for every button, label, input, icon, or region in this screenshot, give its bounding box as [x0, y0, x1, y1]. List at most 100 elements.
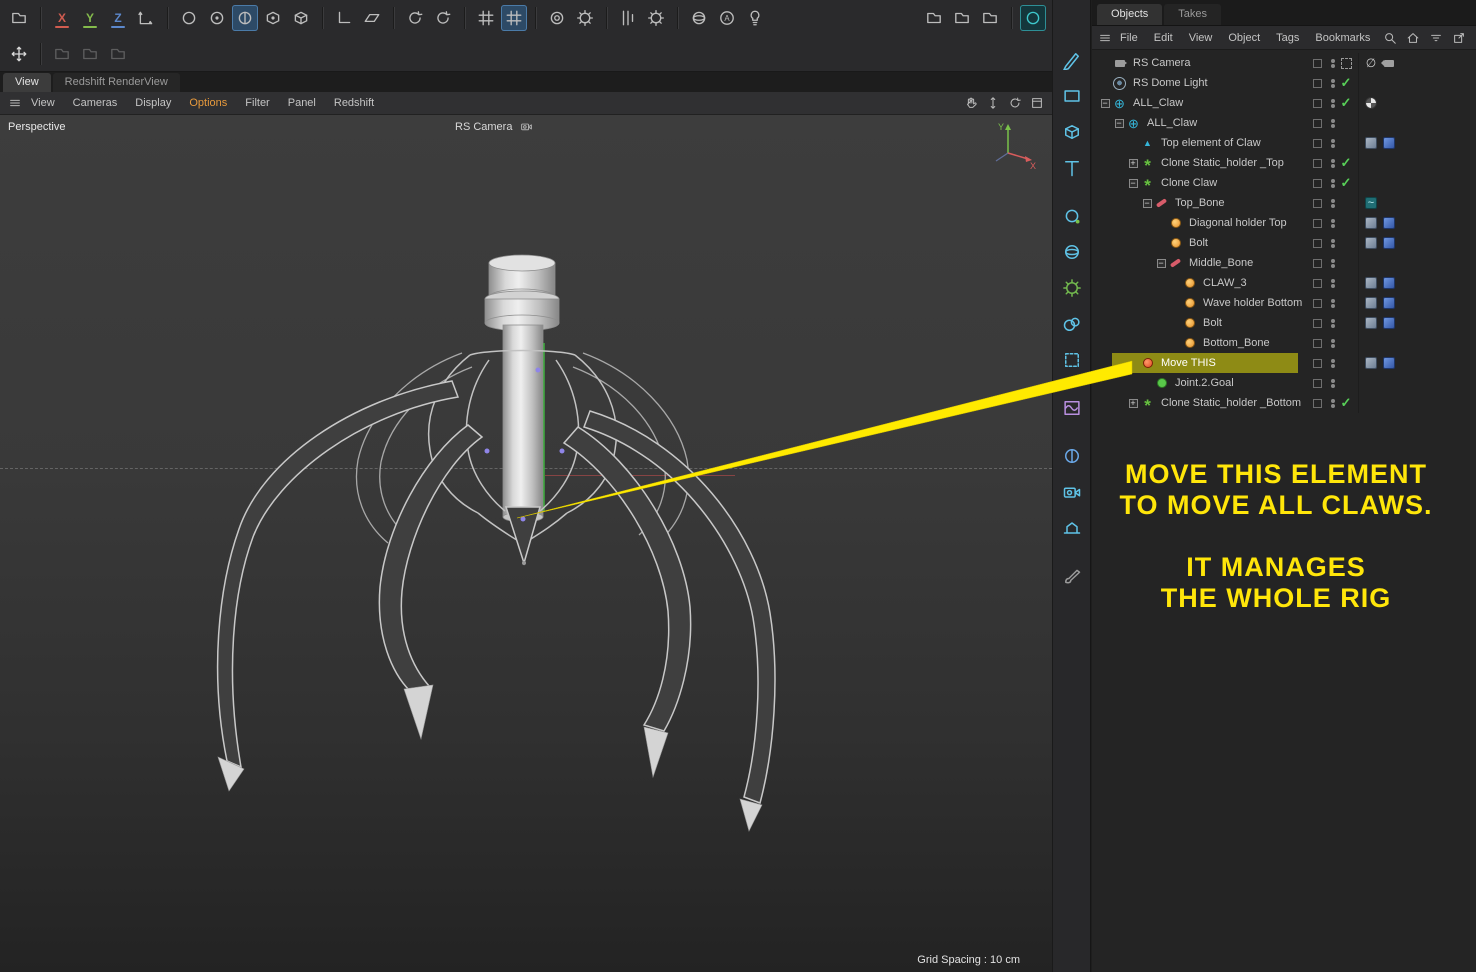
- move-tool-button[interactable]: [6, 41, 32, 67]
- weight-tag[interactable]: [1365, 297, 1377, 309]
- layer-square[interactable]: [1313, 218, 1322, 228]
- viewport-menu-view[interactable]: View: [22, 97, 64, 109]
- layer-square[interactable]: [1313, 318, 1322, 328]
- weight-tag[interactable]: [1365, 317, 1377, 329]
- visibility-dots[interactable]: [1326, 158, 1340, 168]
- deformer-tool-icon[interactable]: [1057, 393, 1087, 423]
- layer-square[interactable]: [1313, 198, 1322, 208]
- point-mode-button[interactable]: [260, 5, 286, 31]
- search-icon[interactable]: [1383, 31, 1397, 45]
- pick-tool-button[interactable]: [742, 5, 768, 31]
- reset-psr-button[interactable]: [402, 5, 428, 31]
- check-tag[interactable]: ✓: [1340, 395, 1352, 410]
- visibility-dots[interactable]: [1326, 398, 1340, 408]
- rotate-snap-button[interactable]: [430, 5, 456, 31]
- layer-square[interactable]: [1313, 78, 1322, 88]
- collapse-icon[interactable]: −: [1154, 258, 1168, 268]
- tree-row-bolt[interactable]: Bolt: [1092, 313, 1476, 333]
- visibility-dots[interactable]: [1326, 138, 1340, 148]
- simulation-tool-icon[interactable]: [1057, 273, 1087, 303]
- object-label[interactable]: Wave holder Bottom: [1199, 297, 1306, 309]
- viewport-menu-filter[interactable]: Filter: [236, 97, 278, 109]
- primitive-cube-tool-icon[interactable]: [1057, 117, 1087, 147]
- object-label[interactable]: Clone Claw: [1157, 177, 1221, 189]
- object-label[interactable]: Diagonal holder Top: [1185, 217, 1291, 229]
- expand-icon[interactable]: +: [1126, 158, 1140, 168]
- flag-tag[interactable]: [1383, 317, 1395, 329]
- snap-toggle-button[interactable]: [473, 5, 499, 31]
- object-label[interactable]: CLAW_3: [1199, 277, 1251, 289]
- check-tag[interactable]: ✓: [1340, 175, 1352, 190]
- tab-redshift-renderview[interactable]: Redshift RenderView: [52, 73, 180, 92]
- collapse-icon[interactable]: −: [1098, 98, 1112, 108]
- object-label[interactable]: RS Camera: [1129, 57, 1194, 69]
- visibility-dots[interactable]: [1326, 238, 1340, 248]
- layer-square[interactable]: [1313, 138, 1322, 148]
- texture-mode-button[interactable]: [232, 5, 258, 31]
- spline-pen-tool-icon[interactable]: [1057, 45, 1087, 75]
- tree-row-clone-static-holder-bottom[interactable]: + Clone Static_holder _Bottom ✓: [1092, 393, 1476, 413]
- layer-square[interactable]: [1313, 358, 1322, 368]
- tree-row-move-this[interactable]: Move THIS: [1092, 353, 1476, 373]
- lock-y-axis-button[interactable]: Y: [77, 5, 103, 31]
- lock-z-axis-button[interactable]: Z: [105, 5, 131, 31]
- recent-tool-1-button[interactable]: [49, 41, 75, 67]
- sphere-tool-button[interactable]: [686, 5, 712, 31]
- layer-square[interactable]: [1313, 338, 1322, 348]
- visibility-dots[interactable]: [1326, 278, 1340, 288]
- model-mode-button[interactable]: [204, 5, 230, 31]
- object-label[interactable]: Bolt: [1185, 237, 1212, 249]
- workplane-preset-2-button[interactable]: [949, 5, 975, 31]
- tree-row-all-claw[interactable]: − ALL_Claw ✓: [1092, 93, 1476, 113]
- subdivision-surface-tool-icon[interactable]: [1057, 237, 1087, 267]
- pan-view-icon[interactable]: [964, 96, 978, 110]
- layer-square[interactable]: [1313, 178, 1322, 188]
- object-label[interactable]: Bottom_Bone: [1199, 337, 1274, 349]
- guide-lines-button[interactable]: [615, 5, 641, 31]
- om-menu-edit[interactable]: Edit: [1146, 32, 1181, 44]
- flag-tag[interactable]: [1383, 357, 1395, 369]
- content-browser-button[interactable]: [6, 5, 32, 31]
- weight-tag[interactable]: [1365, 277, 1377, 289]
- camtag-tag[interactable]: [1381, 57, 1395, 69]
- object-label[interactable]: Move THIS: [1157, 357, 1220, 369]
- volume-builder-tool-icon[interactable]: [1057, 309, 1087, 339]
- layer-square[interactable]: [1313, 58, 1322, 68]
- camera-tool-icon[interactable]: [1057, 477, 1087, 507]
- visibility-dots[interactable]: [1326, 98, 1340, 108]
- mograph-text-tool-icon[interactable]: [1057, 153, 1087, 183]
- layer-square[interactable]: [1313, 238, 1322, 248]
- spheretex-tag[interactable]: [1365, 97, 1377, 109]
- visibility-dots[interactable]: [1326, 358, 1340, 368]
- weight-tag[interactable]: [1365, 137, 1377, 149]
- visibility-dots[interactable]: [1326, 258, 1340, 268]
- tree-row-wave-holder-bottom[interactable]: Wave holder Bottom: [1092, 293, 1476, 313]
- layer-square[interactable]: [1313, 398, 1322, 408]
- projection-label[interactable]: Perspective: [8, 121, 65, 133]
- tree-row-all-claw[interactable]: − ALL_Claw: [1092, 113, 1476, 133]
- collapse-icon[interactable]: −: [1140, 198, 1154, 208]
- nodraw-tag[interactable]: ∅: [1365, 56, 1377, 70]
- flag-tag[interactable]: [1383, 217, 1395, 229]
- visibility-dots[interactable]: [1326, 318, 1340, 328]
- visibility-dots[interactable]: [1326, 178, 1340, 188]
- tree-row-bolt[interactable]: Bolt: [1092, 233, 1476, 253]
- stage-tool-icon[interactable]: [1057, 513, 1087, 543]
- make-editable-button[interactable]: [176, 5, 202, 31]
- visibility-dots[interactable]: [1326, 218, 1340, 228]
- flag-tag[interactable]: [1383, 237, 1395, 249]
- annotate-tool-button[interactable]: A: [714, 5, 740, 31]
- weight-tag[interactable]: [1365, 237, 1377, 249]
- layer-square[interactable]: [1313, 378, 1322, 388]
- target-mode-button[interactable]: [544, 5, 570, 31]
- generator-tool-icon[interactable]: [1057, 201, 1087, 231]
- object-label[interactable]: ALL_Claw: [1129, 97, 1187, 109]
- tree-row-bottom-bone[interactable]: Bottom_Bone: [1092, 333, 1476, 353]
- visibility-dots[interactable]: [1326, 58, 1340, 68]
- tab-objects[interactable]: Objects: [1097, 4, 1163, 25]
- om-menu-bookmarks[interactable]: Bookmarks: [1307, 32, 1378, 44]
- layer-square[interactable]: [1313, 278, 1322, 288]
- lock-x-axis-button[interactable]: X: [49, 5, 75, 31]
- tree-row-top-bone[interactable]: − Top_Bone ~: [1092, 193, 1476, 213]
- jiggle-tag[interactable]: ~: [1365, 197, 1377, 209]
